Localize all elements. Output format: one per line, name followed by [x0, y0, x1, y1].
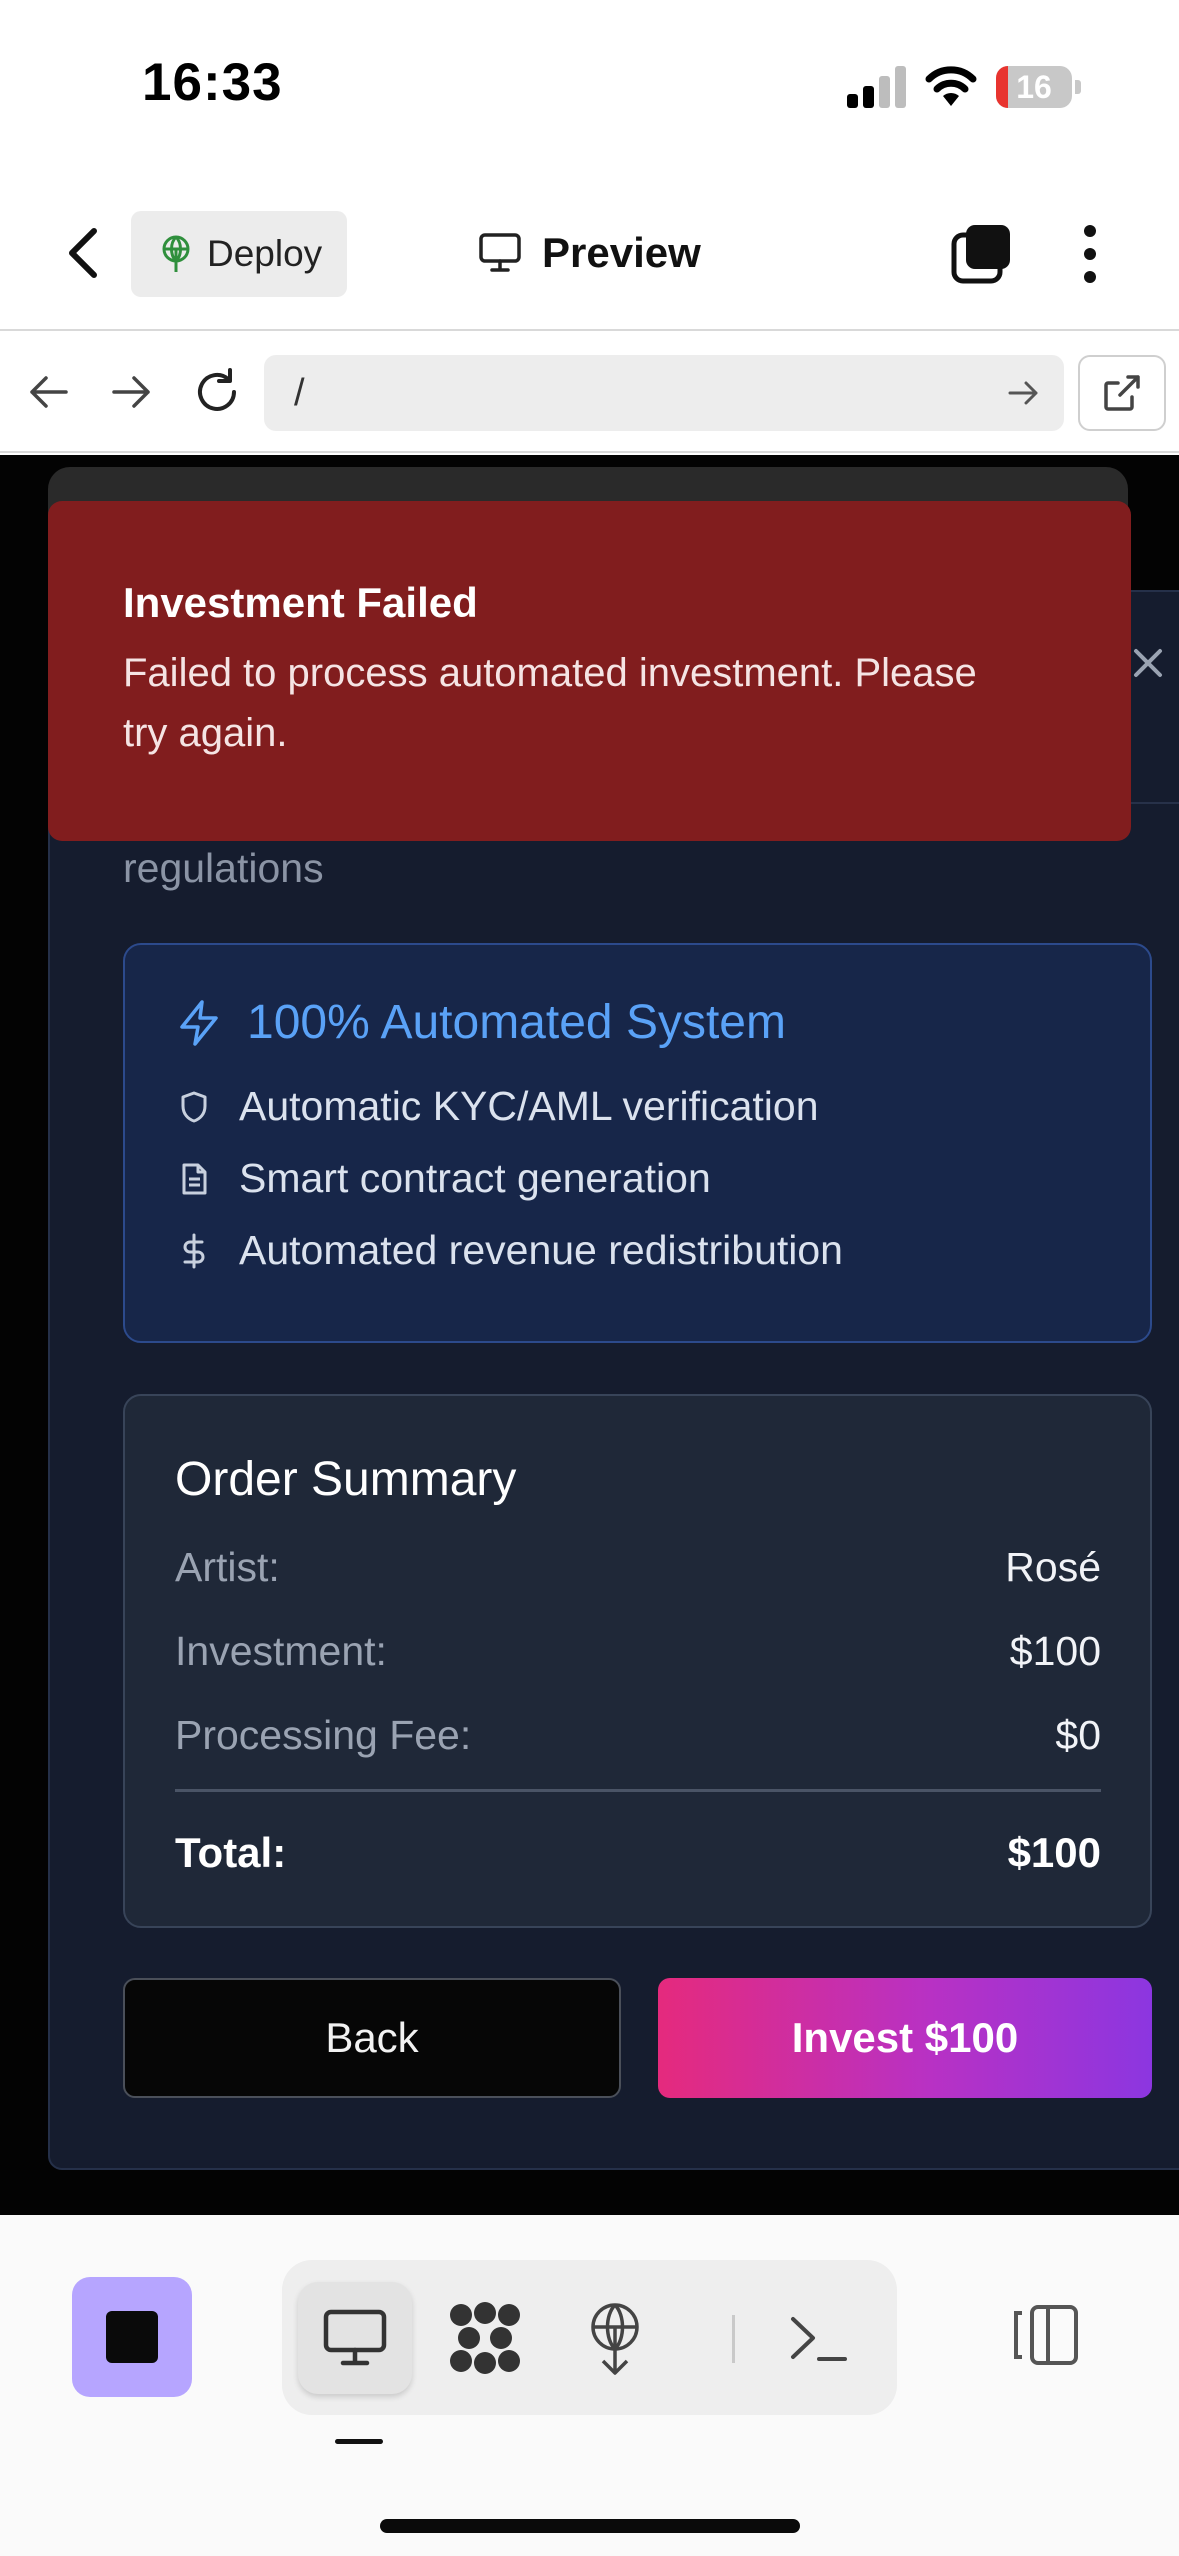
status-bar: 16:33 16 [0, 0, 1179, 175]
total-value: $100 [1007, 1829, 1101, 1876]
status-time: 16:33 [142, 53, 283, 112]
app-header: Deploy Preview [0, 175, 1179, 331]
preview-tab[interactable]: Preview [478, 223, 701, 283]
arrow-right-icon[interactable] [104, 365, 158, 419]
preview-label: Preview [542, 229, 701, 276]
terminal-icon [791, 2317, 847, 2361]
deploy-icon [591, 2303, 639, 2375]
automated-title: 100% Automated System [247, 996, 786, 1049]
feature-item: Smart contract generation [177, 1155, 711, 1202]
stop-icon [106, 2311, 158, 2363]
invest-button[interactable]: Invest $100 [658, 1978, 1152, 2098]
battery-percentage: 16 [1016, 69, 1052, 105]
back-button[interactable]: Back [123, 1978, 621, 2098]
regulations-text: regulations [123, 845, 324, 891]
browser-bar: / [0, 331, 1179, 453]
wifi-icon [925, 66, 977, 106]
close-icon[interactable] [1130, 645, 1166, 681]
cluster-view-button[interactable] [428, 2282, 542, 2394]
document-icon [182, 1163, 207, 1194]
total-label: Total: [175, 1829, 287, 1876]
url-text: / [294, 371, 305, 414]
toast-message: Failed to process automated investment. … [123, 651, 977, 755]
feature-item: Automated revenue redistribution [177, 1227, 843, 1274]
arrow-left-icon[interactable] [22, 365, 76, 419]
summary-row-fee: Processing Fee: $0 [175, 1712, 1101, 1758]
go-arrow-icon[interactable] [1006, 374, 1042, 412]
error-toast: Investment Failed Failed to process auto… [48, 501, 1131, 841]
dollar-icon [183, 1233, 205, 1268]
summary-row-investment: Investment: $100 [175, 1628, 1101, 1674]
summary-row-artist: Artist: Rosé [175, 1544, 1101, 1590]
tabs-icon[interactable] [950, 223, 1012, 285]
deploy-label: Deploy [207, 233, 323, 274]
external-link-icon [1104, 375, 1140, 411]
active-view-indicator [335, 2439, 383, 2444]
cluster-icon [450, 2302, 520, 2374]
url-input[interactable]: / [264, 355, 1064, 431]
terminal-view-button[interactable] [762, 2282, 876, 2394]
toolbar-separator [732, 2315, 735, 2363]
open-external-button[interactable] [1078, 355, 1166, 431]
toast-title: Investment Failed [123, 579, 478, 626]
more-options-icon[interactable] [1070, 223, 1110, 285]
stop-button[interactable] [72, 2277, 192, 2397]
reload-icon[interactable] [190, 365, 244, 419]
side-panel-icon[interactable] [1010, 2303, 1080, 2367]
automated-title-row: 100% Automated System [177, 995, 786, 1050]
monitor-view-button[interactable] [298, 2282, 412, 2394]
deploy-icon [162, 235, 190, 272]
order-summary-box: Order Summary Artist: Rosé Investment: $… [123, 1394, 1152, 1928]
view-switcher [282, 2260, 897, 2415]
cellular-signal-icon [847, 66, 907, 108]
deploy-button[interactable]: Deploy [131, 211, 347, 297]
monitor-icon [479, 233, 521, 272]
monitor-icon [323, 2309, 387, 2366]
summary-total-row: Total: $100 [175, 1829, 1101, 1877]
feature-item: Automatic KYC/AML verification [177, 1083, 819, 1130]
battery-icon: 16 [996, 66, 1081, 108]
home-indicator [380, 2519, 800, 2533]
preview-viewport: regulations 100% Automated System Automa… [0, 455, 1179, 2215]
lightning-icon [180, 999, 218, 1046]
bottom-toolbar [0, 2215, 1179, 2556]
back-chevron-icon[interactable] [60, 225, 110, 281]
automated-system-box: 100% Automated System Automatic KYC/AML … [123, 943, 1152, 1343]
deploy-view-button[interactable] [558, 2282, 672, 2394]
order-summary-title: Order Summary [175, 1453, 517, 1506]
summary-divider [175, 1789, 1101, 1792]
shield-icon [181, 1091, 207, 1122]
